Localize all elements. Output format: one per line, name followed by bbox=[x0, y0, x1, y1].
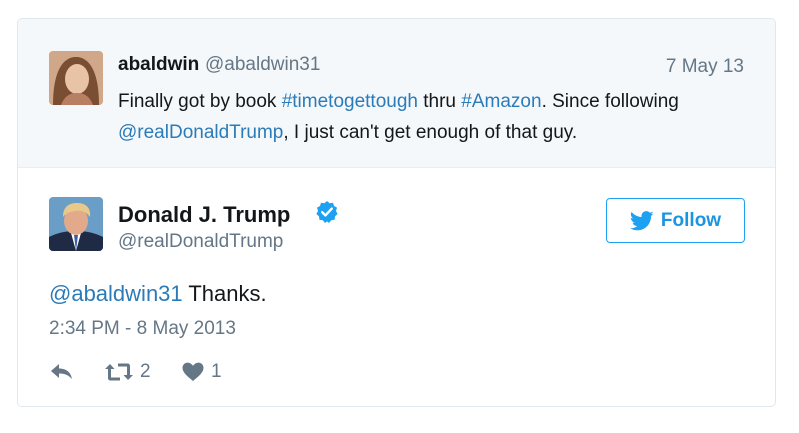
author-handle[interactable]: @realDonaldTrump bbox=[118, 231, 283, 253]
quoted-user-name[interactable]: abaldwin bbox=[118, 54, 199, 76]
heart-icon bbox=[182, 362, 204, 381]
reply-button[interactable] bbox=[49, 359, 75, 385]
quoted-user-handle[interactable]: @abaldwin31 bbox=[205, 54, 320, 76]
retweet-count: 2 bbox=[140, 361, 151, 382]
retweet-button[interactable]: 2 bbox=[104, 359, 151, 385]
retweet-icon bbox=[105, 363, 133, 381]
twitter-bird-icon bbox=[629, 210, 654, 230]
tweet-card: abaldwin @abaldwin31 7 May 13 Finally go… bbox=[17, 18, 776, 407]
quoted-text-segment: , I just can't get enough of that guy. bbox=[283, 122, 578, 143]
hashtag-link[interactable]: #timetogettough bbox=[282, 91, 418, 112]
tweet-text-segment: Thanks. bbox=[182, 281, 267, 306]
author-avatar[interactable] bbox=[49, 197, 103, 251]
quoted-text-segment: thru bbox=[417, 91, 462, 112]
follow-button[interactable]: Follow bbox=[606, 198, 745, 243]
mention-link[interactable]: @realDonaldTrump bbox=[118, 122, 283, 143]
quoted-tweet-date[interactable]: 7 May 13 bbox=[666, 56, 744, 78]
quoted-tweet[interactable]: abaldwin @abaldwin31 7 May 13 Finally go… bbox=[18, 19, 775, 168]
quoted-user-avatar[interactable] bbox=[49, 51, 103, 105]
author-name[interactable]: Donald J. Trump bbox=[118, 202, 290, 228]
quoted-tweet-text: Finally got by book #timetogettough thru… bbox=[118, 86, 758, 148]
quoted-text-segment: Finally got by book bbox=[118, 91, 282, 112]
tweet-timestamp[interactable]: 2:34 PM - 8 May 2013 bbox=[49, 318, 236, 340]
hashtag-link[interactable]: #Amazon bbox=[461, 91, 541, 112]
verified-badge-icon bbox=[315, 200, 339, 224]
mention-link[interactable]: @abaldwin31 bbox=[49, 281, 183, 306]
tweet-text: @abaldwin31 Thanks. bbox=[49, 281, 267, 307]
quoted-text-segment: . Since following bbox=[541, 91, 679, 112]
follow-label: Follow bbox=[660, 209, 722, 231]
like-count: 1 bbox=[211, 361, 222, 382]
reply-icon bbox=[51, 364, 72, 379]
like-button[interactable]: 1 bbox=[181, 359, 222, 385]
